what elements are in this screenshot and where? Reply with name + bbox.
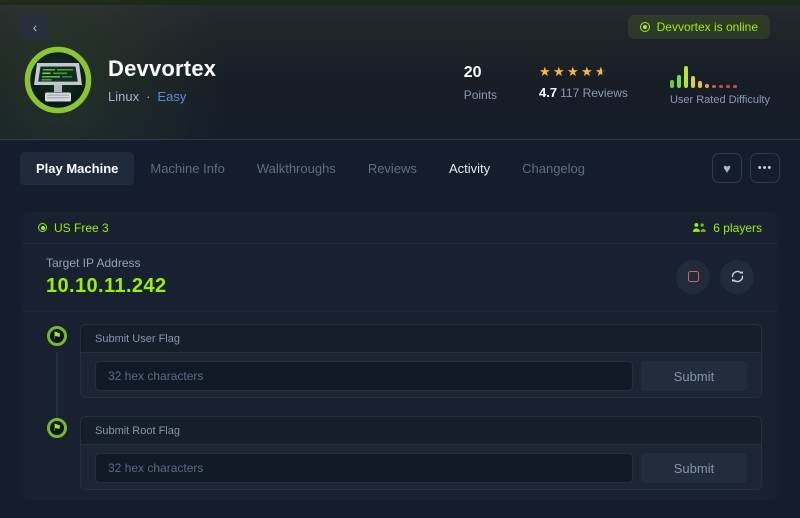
tab-play-machine[interactable]: Play Machine bbox=[20, 151, 135, 185]
difficulty-bar bbox=[676, 75, 681, 88]
difficulty-stat: User Rated Difficulty bbox=[669, 64, 770, 106]
favorite-button[interactable]: ♥ bbox=[712, 153, 742, 183]
machine-avatar bbox=[24, 46, 92, 114]
rating-stat: ★ ★ ★ ★ ★ ★ ★ ★ ★ ★ 4.7 117 Reviews bbox=[539, 64, 628, 100]
root-flag-input[interactable] bbox=[95, 453, 633, 483]
difficulty-bar bbox=[669, 80, 674, 88]
difficulty-bar bbox=[718, 85, 723, 88]
ip-address: 10.10.11.242 bbox=[46, 274, 167, 297]
user-flag-icon: ⚑ bbox=[47, 326, 67, 346]
user-flag-title: Submit User Flag bbox=[81, 325, 761, 353]
root-flag-icon: ⚑ bbox=[47, 418, 67, 438]
tab-machine-info[interactable]: Machine Info bbox=[134, 152, 240, 185]
players-indicator: 6 players bbox=[692, 221, 762, 235]
top-accent-strip bbox=[0, 0, 800, 5]
server-indicator: US Free 3 bbox=[38, 221, 109, 235]
star-icon: ★ ★ bbox=[581, 64, 593, 79]
machine-os: Linux bbox=[108, 89, 140, 104]
star-rating: ★ ★ ★ ★ ★ ★ ★ ★ ★ ★ bbox=[539, 64, 628, 79]
players-icon bbox=[693, 223, 707, 232]
user-flag-submit-button[interactable]: Submit bbox=[641, 361, 747, 391]
reset-icon bbox=[731, 270, 743, 283]
more-options-button[interactable]: ••• bbox=[750, 153, 780, 183]
back-button[interactable]: ‹ bbox=[22, 14, 48, 40]
reset-machine-button[interactable] bbox=[720, 259, 754, 294]
tab-activity[interactable]: Activity bbox=[433, 152, 506, 185]
star-icon: ★ ★ bbox=[553, 64, 565, 79]
status-badge: Devvortex is online bbox=[627, 15, 770, 39]
points-value: 20 bbox=[463, 64, 482, 81]
root-flag-title: Submit Root Flag bbox=[81, 417, 761, 445]
star-icon: ★ ★ bbox=[539, 64, 551, 79]
difficulty-chart bbox=[669, 64, 770, 88]
user-flag-section: ⚑ Submit User Flag Submit bbox=[34, 324, 762, 398]
difficulty-label: User Rated Difficulty bbox=[669, 94, 770, 106]
heart-icon: ♥ bbox=[723, 160, 731, 176]
root-flag-section: ⚑ Submit Root Flag Submit bbox=[34, 416, 762, 490]
stop-machine-button[interactable] bbox=[676, 259, 710, 294]
star-icon: ★ ★ bbox=[595, 64, 607, 79]
reviews-label: 117 Reviews bbox=[560, 86, 628, 100]
difficulty-bar bbox=[704, 84, 709, 88]
points-label: Points bbox=[463, 88, 498, 102]
difficulty-bar bbox=[725, 85, 730, 88]
machine-title: Devvortex bbox=[108, 56, 217, 81]
status-badge-label: Devvortex is online bbox=[656, 20, 758, 34]
tab-reviews[interactable]: Reviews bbox=[352, 152, 433, 185]
server-label: US Free 3 bbox=[54, 220, 109, 235]
tab-bar: Play Machine Machine Info Walkthroughs R… bbox=[0, 140, 800, 196]
points-stat: 20 Points bbox=[464, 64, 497, 102]
rating-value: 4.7 bbox=[539, 85, 558, 100]
players-label: 6 players bbox=[713, 220, 762, 235]
online-dot-icon bbox=[639, 22, 650, 32]
root-flag-submit-button[interactable]: Submit bbox=[641, 453, 747, 483]
difficulty-bar bbox=[690, 76, 695, 88]
ip-label: Target IP Address bbox=[46, 255, 141, 270]
ellipsis-icon: ••• bbox=[757, 162, 773, 174]
machine-header: ‹ Devvortex is online Devvortex Linux · … bbox=[0, 0, 800, 140]
stop-icon bbox=[687, 271, 699, 282]
tab-walkthroughs[interactable]: Walkthroughs bbox=[241, 152, 352, 185]
server-dot-icon bbox=[38, 223, 47, 232]
star-icon: ★ ★ bbox=[567, 64, 579, 79]
machine-difficulty: Easy bbox=[157, 89, 187, 104]
user-flag-input[interactable] bbox=[95, 361, 633, 391]
difficulty-bar bbox=[732, 85, 737, 88]
flag-timeline-connector bbox=[56, 352, 58, 418]
difficulty-bar bbox=[711, 85, 716, 88]
tab-changelog[interactable]: Changelog bbox=[506, 152, 601, 185]
play-machine-card: US Free 3 6 players Target IP Address 10… bbox=[22, 212, 778, 500]
separator-dot: · bbox=[146, 89, 151, 104]
difficulty-bar bbox=[697, 81, 702, 88]
difficulty-bar bbox=[683, 66, 688, 88]
